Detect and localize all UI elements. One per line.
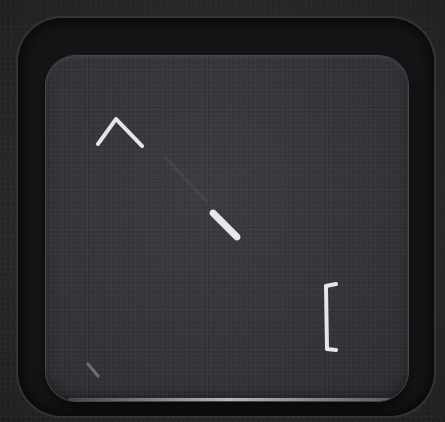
keycap-highlight-edge: [68, 398, 390, 401]
keyboard-photo: ^ \ [: [0, 0, 445, 422]
backslash-legend: [164, 156, 241, 241]
keycap-legends: [86, 117, 338, 378]
caret-legend: [96, 117, 144, 148]
corner-mark: [86, 362, 100, 378]
bracket-legend: [324, 282, 338, 352]
keycap[interactable]: ^ \ [: [46, 56, 408, 401]
